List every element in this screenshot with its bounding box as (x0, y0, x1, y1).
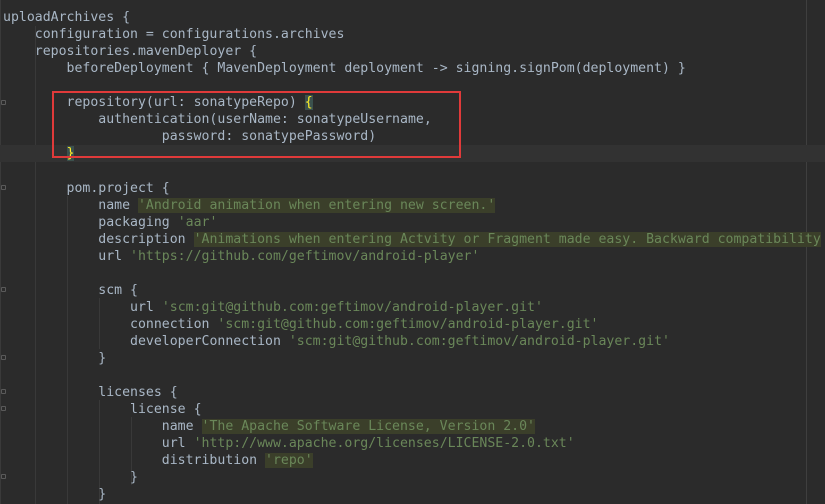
code-token: } (98, 351, 107, 366)
code-token: 'Android animation when entering new scr… (137, 197, 496, 213)
code-token: url (98, 248, 131, 264)
code-line[interactable]: pom.project { (3, 180, 170, 197)
code-token: 'scm:git@github.com:geftimov/android-pla… (217, 316, 599, 332)
code-token: uploadArchives { (3, 10, 131, 25)
code-line[interactable]: } (3, 486, 106, 503)
code-editor[interactable]: uploadArchives { configuration = configu… (0, 0, 825, 504)
code-token: scm { (98, 282, 138, 298)
code-line[interactable]: configuration = configurations.archives (3, 26, 345, 43)
code-line[interactable]: name 'Android animation when entering ne… (3, 197, 496, 214)
code-line[interactable]: developerConnection 'scm:git@github.com:… (3, 333, 670, 350)
code-token: name (161, 419, 202, 435)
code-token: 'The Apache Software License, Version 2.… (201, 419, 535, 435)
right-margin-guide (806, 0, 807, 504)
code-line[interactable]: repositories.mavenDeployer { (3, 43, 257, 60)
code-line[interactable]: licenses { (3, 384, 178, 401)
code-token: licenses { (98, 385, 178, 401)
code-token: } (98, 487, 107, 503)
code-token: 'scm:git@github.com:geftimov/android-pla… (161, 299, 543, 315)
code-line[interactable]: url 'http://www.apache.org/licenses/LICE… (3, 435, 575, 452)
code-token: beforeDeployment { MavenDeployment deplo… (66, 61, 686, 77)
code-line[interactable]: uploadArchives { (3, 9, 130, 26)
code-line[interactable]: license { (3, 401, 202, 418)
code-token: connection (130, 316, 218, 332)
code-token: url (161, 436, 194, 452)
code-token: 'Animations when entering Actvity or Fra… (193, 231, 821, 247)
code-token: pom.project { (66, 180, 170, 196)
code-token: name (98, 197, 138, 213)
code-line[interactable]: url 'https://github.com/geftimov/android… (3, 248, 479, 265)
highlight-box (52, 91, 461, 158)
code-token: distribution (161, 453, 266, 469)
code-token: 'repo' (265, 453, 313, 469)
code-token: archives (280, 27, 345, 43)
code-token: 'aar' (177, 214, 218, 230)
code-line[interactable]: distribution 'repo' (3, 452, 313, 469)
code-line[interactable]: beforeDeployment { MavenDeployment deplo… (3, 60, 686, 77)
code-token: packaging (98, 214, 178, 230)
code-line[interactable]: name 'The Apache Software License, Versi… (3, 418, 535, 435)
code-token: configuration = configurations. (34, 27, 281, 43)
code-line[interactable]: } (3, 350, 106, 367)
code-token: repositories. (34, 44, 138, 60)
code-token: mavenDeployer (137, 44, 242, 60)
code-line[interactable]: connection 'scm:git@github.com:geftimov/… (3, 316, 599, 333)
code-token: 'https://github.com/geftimov/android-pla… (130, 248, 480, 264)
code-token: license { (130, 402, 202, 418)
code-line[interactable]: } (3, 469, 138, 486)
code-line[interactable]: packaging 'aar' (3, 214, 217, 231)
code-token: 'scm:git@github.com:geftimov/android-pla… (288, 333, 670, 349)
code-token: { (241, 44, 258, 60)
code-token: url (130, 299, 162, 315)
code-token: 'http://www.apache.org/licenses/LICENSE-… (193, 436, 575, 452)
code-token: } (130, 470, 138, 486)
code-line[interactable]: url 'scm:git@github.com:geftimov/android… (3, 299, 543, 316)
code-line[interactable]: scm { (3, 282, 138, 299)
code-token: developerConnection (130, 333, 289, 349)
code-token: description (98, 231, 194, 247)
gutter-divider (0, 0, 1, 504)
code-line[interactable]: description 'Animations when entering Ac… (3, 231, 821, 248)
